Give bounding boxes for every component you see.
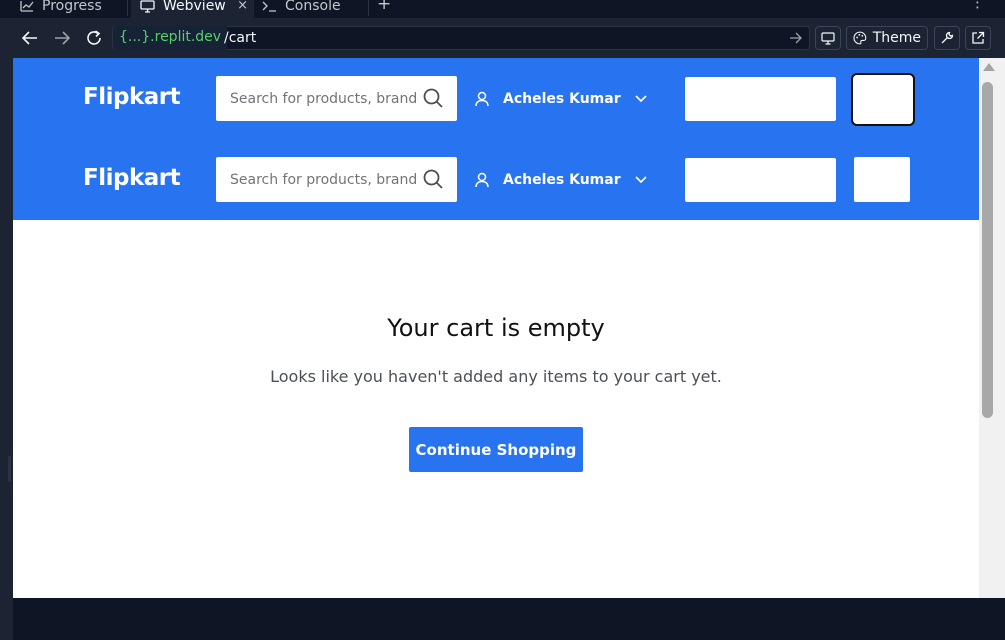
user-name: Acheles Kumar: [503, 172, 621, 188]
go-arrow-icon[interactable]: [789, 30, 803, 46]
tab-divider: [368, 0, 369, 16]
search-icon[interactable]: [423, 88, 443, 108]
user-name: Acheles Kumar: [503, 91, 621, 107]
header-square-button[interactable]: [854, 157, 910, 202]
header-row: Flipkart Acheles Kumar: [13, 139, 979, 220]
store-logo[interactable]: Flipkart: [83, 84, 181, 110]
header-action-box[interactable]: [685, 158, 836, 202]
open-new-tab-button[interactable]: [965, 26, 991, 50]
store-logo[interactable]: Flipkart: [83, 165, 181, 191]
store-header: Flipkart Acheles Kumar Flipkart Acheles …: [13, 58, 979, 220]
chevron-down-icon: [635, 176, 647, 184]
tab-label: Progress: [42, 0, 102, 14]
ide-tab-bar: Progress Webview × Console + ⋮: [0, 0, 1005, 18]
header-square-button[interactable]: [851, 73, 915, 126]
reload-icon: [87, 30, 101, 45]
tab-divider: [127, 0, 128, 16]
device-preview-button[interactable]: [815, 26, 841, 50]
forward-button[interactable]: [52, 28, 72, 48]
empty-cart-title: Your cart is empty: [387, 314, 605, 342]
external-link-icon: [972, 31, 985, 44]
user-icon: [475, 172, 489, 188]
webview-address-bar: {...}.replit.dev /cart Theme: [0, 18, 1005, 58]
search-input[interactable]: [216, 76, 416, 121]
header-row: Flipkart Acheles Kumar: [13, 58, 979, 139]
arrow-left-icon: [22, 31, 37, 45]
close-icon[interactable]: ×: [237, 0, 248, 13]
theme-label: Theme: [872, 30, 921, 46]
user-icon: [475, 91, 489, 107]
url-host: {...}.replit.dev: [113, 26, 228, 50]
scroll-up-arrow-icon[interactable]: [983, 63, 995, 71]
search-box: [216, 157, 457, 202]
search-icon[interactable]: [423, 169, 443, 189]
user-menu[interactable]: Acheles Kumar: [475, 88, 647, 110]
palette-icon: [853, 31, 867, 45]
back-button[interactable]: [20, 28, 40, 48]
theme-button[interactable]: Theme: [846, 26, 928, 50]
header-action-box[interactable]: [685, 77, 836, 121]
search-input[interactable]: [216, 157, 416, 202]
webview-viewport: Flipkart Acheles Kumar Flipkart Acheles …: [13, 58, 1005, 598]
more-options-icon[interactable]: ⋮: [970, 0, 985, 11]
scroll-thumb[interactable]: [982, 82, 993, 418]
tab-label: Console: [285, 0, 341, 14]
monitor-icon: [140, 0, 155, 13]
reload-button[interactable]: [84, 28, 104, 48]
wrench-icon: [941, 31, 954, 44]
add-tab-icon[interactable]: +: [377, 0, 391, 14]
chevron-down-icon: [635, 95, 647, 103]
tab-webview[interactable]: Webview ×: [131, 0, 254, 18]
tab-console[interactable]: Console: [254, 0, 368, 18]
user-menu[interactable]: Acheles Kumar: [475, 169, 647, 191]
empty-cart-description: Looks like you haven't added any items t…: [270, 367, 722, 386]
tab-progress[interactable]: Progress: [12, 0, 110, 18]
devtools-button[interactable]: [934, 26, 960, 50]
continue-shopping-button[interactable]: Continue Shopping: [409, 427, 583, 472]
monitor-icon: [821, 31, 835, 45]
vertical-scrollbar[interactable]: [979, 58, 1005, 598]
url-path[interactable]: /cart: [224, 27, 256, 49]
url-bar[interactable]: {...}.replit.dev /cart: [112, 26, 810, 50]
webview-bottom-area: [13, 598, 1005, 640]
terminal-icon: [262, 1, 276, 12]
search-box: [216, 76, 457, 121]
tab-label: Webview: [163, 0, 226, 14]
resize-handle[interactable]: [8, 456, 11, 482]
arrow-right-icon: [55, 31, 70, 45]
left-gutter: [0, 58, 13, 640]
progress-icon: [20, 1, 34, 12]
